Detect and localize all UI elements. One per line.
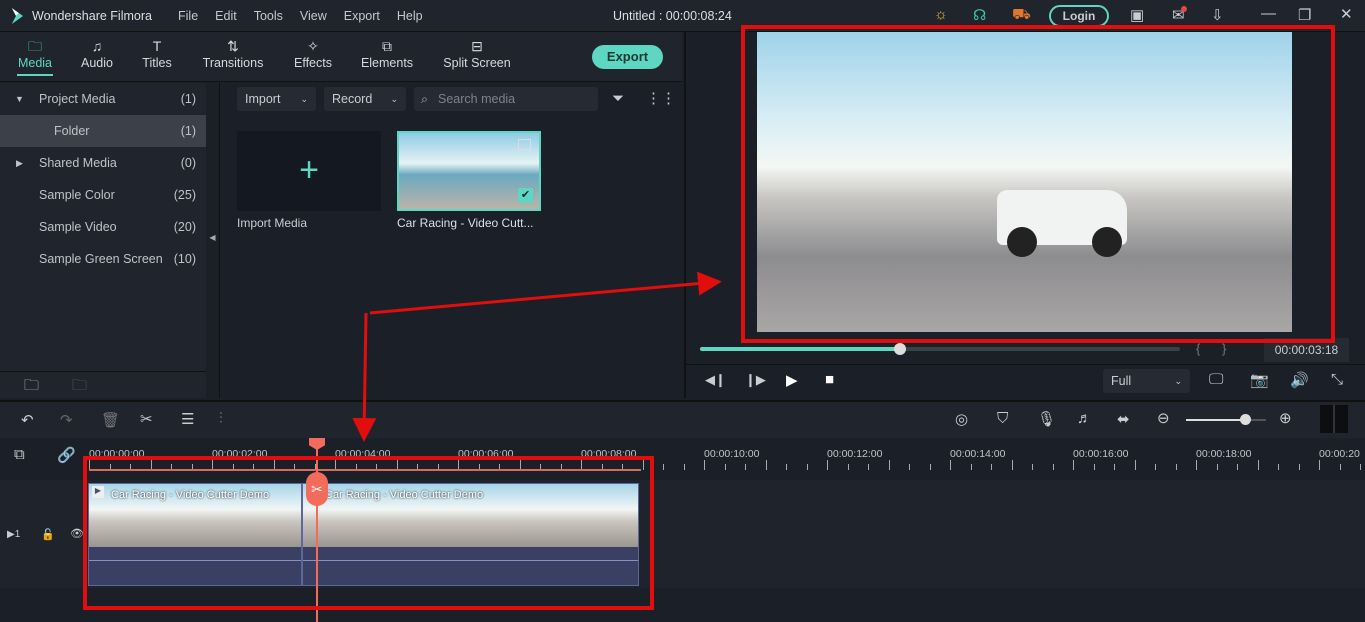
annotation-arrows [352, 271, 722, 442]
arrow-to-timeline [352, 312, 377, 442]
arrow-to-preview [369, 271, 722, 315]
